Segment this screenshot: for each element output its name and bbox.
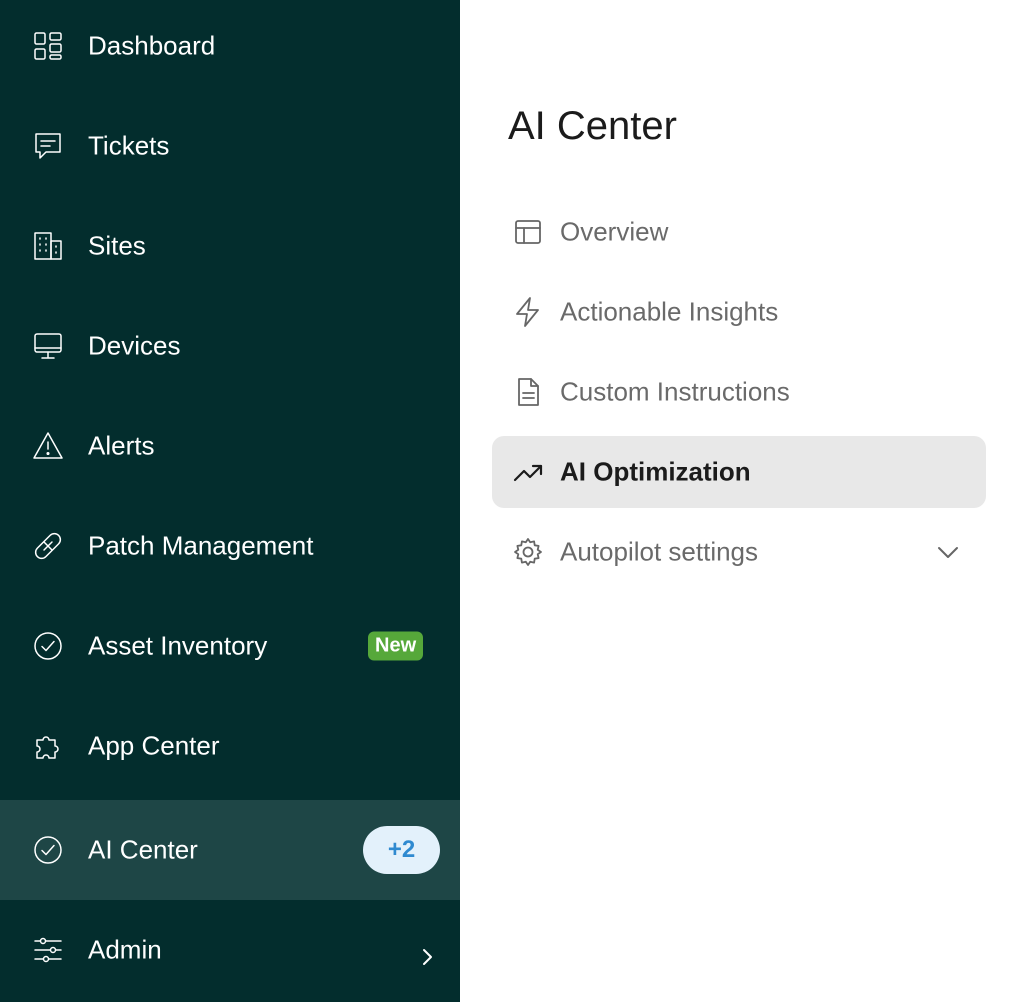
bandage-icon	[32, 530, 64, 562]
submenu-item-ai-optimization[interactable]: AI Optimization	[492, 436, 986, 508]
sidebar-item-label: Devices	[88, 330, 181, 361]
monitor-icon	[32, 330, 64, 362]
ticket-message-icon	[32, 130, 64, 162]
submenu-item-actionable-insights[interactable]: Actionable Insights	[492, 276, 986, 348]
sidebar: Dashboard Tickets Sites Devices Alerts P…	[0, 0, 460, 1002]
sidebar-item-admin[interactable]: Admin	[0, 900, 460, 1000]
sidebar-item-label: Tickets	[88, 130, 170, 161]
submenu-item-overview[interactable]: Overview	[492, 196, 986, 268]
check-circle-icon	[32, 630, 64, 662]
submenu-item-label: Autopilot settings	[560, 536, 759, 567]
sidebar-item-sites[interactable]: Sites	[0, 196, 460, 296]
count-badge: +2	[363, 826, 440, 874]
sidebar-item-app-center[interactable]: App Center	[0, 696, 460, 796]
gear-icon	[512, 536, 544, 568]
chevron-down-icon[interactable]	[934, 538, 962, 566]
submenu-item-label: Actionable Insights	[560, 296, 779, 327]
submenu-item-label: Overview	[560, 216, 669, 247]
sidebar-item-label: Admin	[88, 934, 162, 965]
dashboard-icon	[32, 30, 64, 62]
sidebar-item-devices[interactable]: Devices	[0, 296, 460, 396]
lightning-icon	[512, 296, 544, 328]
check-circle-icon	[32, 834, 64, 866]
sidebar-item-label: AI Center	[88, 834, 198, 865]
page-title: AI Center	[508, 104, 677, 148]
puzzle-icon	[32, 730, 64, 762]
submenu-item-autopilot-settings[interactable]: Autopilot settings	[492, 516, 986, 588]
sidebar-item-label: Patch Management	[88, 530, 314, 561]
sidebar-item-label: App Center	[88, 730, 220, 761]
sidebar-item-ai-center[interactable]: AI Center +2	[0, 800, 460, 900]
sidebar-item-dashboard[interactable]: Dashboard	[0, 0, 460, 96]
layout-icon	[512, 216, 544, 248]
chevron-right-icon[interactable]	[416, 946, 438, 968]
submenu-item-label: AI Optimization	[560, 456, 751, 487]
sidebar-item-label: Alerts	[88, 430, 155, 461]
document-icon	[512, 376, 544, 408]
sidebar-item-tickets[interactable]: Tickets	[0, 96, 460, 196]
sidebar-item-alerts[interactable]: Alerts	[0, 396, 460, 496]
building-icon	[32, 230, 64, 262]
sidebar-item-label: Dashboard	[88, 30, 216, 61]
sidebar-item-label: Sites	[88, 230, 146, 261]
new-badge: New	[368, 631, 424, 661]
sidebar-item-asset-inventory[interactable]: Asset Inventory New	[0, 596, 460, 696]
warning-triangle-icon	[32, 430, 64, 462]
sidebar-item-patch-management[interactable]: Patch Management	[0, 496, 460, 596]
sidebar-item-label: Asset Inventory	[88, 630, 268, 661]
sliders-icon	[32, 934, 64, 966]
trending-up-icon	[512, 456, 544, 488]
submenu-item-label: Custom Instructions	[560, 376, 790, 407]
submenu-item-custom-instructions[interactable]: Custom Instructions	[492, 356, 986, 428]
